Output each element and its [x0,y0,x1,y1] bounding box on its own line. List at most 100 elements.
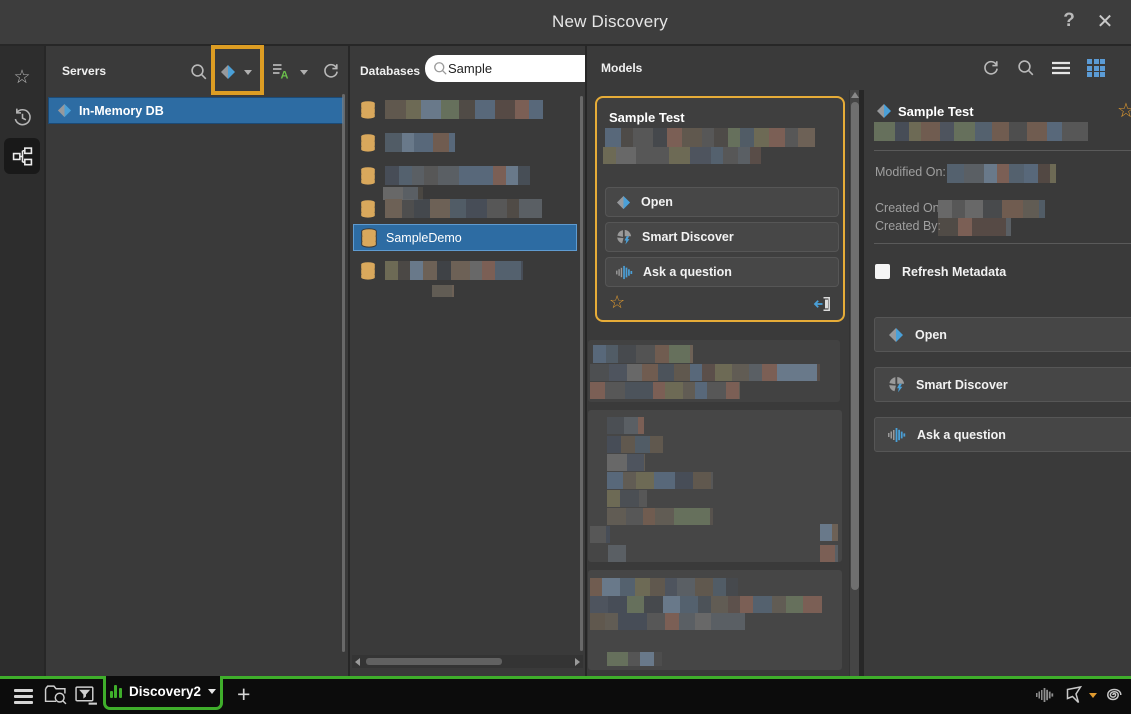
discovery-tab[interactable]: Discovery2 [103,676,223,710]
content-explorer-icon[interactable] [44,684,67,705]
close-icon[interactable]: ✕ [1092,9,1118,34]
database-search-box[interactable] [425,55,585,82]
database-row[interactable] [353,96,582,123]
models-scrollbar [849,90,859,676]
scroll-up-arrow[interactable] [851,92,859,98]
refresh-icon[interactable] [982,59,1000,77]
redacted-text [385,261,523,280]
help-icon[interactable]: ? [1058,10,1080,32]
annotation-highlight-box [211,45,264,95]
redacted-text [590,364,820,381]
database-row[interactable] [353,162,582,189]
exit-card-icon[interactable] [813,296,831,312]
redacted-value [938,200,1045,218]
models-title: Models [601,61,642,75]
database-icon [359,133,377,153]
redacted-text [607,436,663,453]
favorite-star-icon[interactable]: ☆ [609,292,625,313]
redacted-text [820,524,838,541]
model-card-sample-test[interactable]: Sample Test Open Smart Discover Ask a q [595,96,845,322]
filter-panel-icon[interactable] [75,686,98,705]
databases-scrollbar[interactable] [580,96,583,651]
model-card-title: Sample Test [609,110,685,125]
redacted-text [607,454,645,471]
servers-title: Servers [62,64,106,78]
pin-icon[interactable] [1064,685,1084,705]
scroll-left-arrow[interactable] [355,658,360,666]
sort-alpha-icon[interactable]: A [272,63,292,80]
databases-horizontal-scrollbar [352,655,583,668]
database-icon [359,166,377,186]
search-icon[interactable] [1017,59,1035,77]
new-tab-button[interactable]: + [237,684,250,704]
svg-text:A: A [281,70,289,81]
redacted-text [385,133,455,152]
database-icon [360,228,378,248]
pin-options-caret-icon[interactable] [1089,693,1097,698]
search-icon[interactable] [190,63,208,81]
left-rail: ☆ [0,46,44,676]
models-list: Sample Test Open Smart Discover Ask a q [587,90,849,676]
ask-a-question-button[interactable]: Ask a question [605,257,839,287]
smart-discover-button[interactable]: Smart Discover [874,367,1131,402]
database-name: SampleDemo [386,231,462,245]
smart-discover-button-label: Smart Discover [642,230,734,244]
open-button[interactable]: Open [605,187,839,217]
open-button[interactable]: Open [874,317,1131,352]
refresh-icon[interactable] [322,62,340,80]
redacted-text [607,490,647,507]
redacted-text [385,100,543,119]
star-icon: ☆ [13,66,30,89]
redacted-text [432,285,454,297]
model-details-panel: Sample Test ☆ Modified On: Created On: C… [864,90,1131,676]
history-tab[interactable] [4,99,40,135]
servers-scrollbar[interactable] [342,94,345,652]
created-by-label: Created By: [875,219,941,233]
new-discovery-dialog: New Discovery ? ✕ ☆ Servers [0,0,1131,714]
smart-discover-button[interactable]: Smart Discover [605,222,839,252]
redacted-text [590,596,822,613]
redacted-value [938,218,1011,236]
ask-a-question-button[interactable]: Ask a question [874,417,1131,452]
redacted-text [593,345,693,363]
spiral-icon[interactable] [1103,685,1123,705]
created-on-label: Created On: [875,201,943,215]
ask-question-icon [616,265,633,280]
menu-icon[interactable] [14,689,33,704]
redacted-text [607,652,662,666]
database-row[interactable] [353,129,582,156]
database-row[interactable] [353,257,582,284]
grid-view-icon[interactable] [1087,59,1105,77]
refresh-metadata-checkbox[interactable] [875,264,890,279]
databases-title: Databases [360,64,420,78]
smart-discover-icon [888,376,905,393]
redacted-text [874,122,1088,141]
scrollbar-thumb[interactable] [851,102,859,590]
ask-question-icon[interactable] [1036,687,1054,703]
server-type-caret-icon[interactable] [244,70,252,75]
scroll-right-arrow[interactable] [575,658,580,666]
favorite-star-icon[interactable]: ☆ [1117,98,1131,123]
list-view-icon[interactable] [1052,61,1070,75]
server-type-filter-icon[interactable] [220,64,236,80]
redacted-value [947,164,1056,183]
server-row-in-memory-db[interactable]: In-Memory DB [48,97,344,124]
redacted-text [820,545,838,562]
open-diamond-icon [888,327,904,343]
database-row-sampledemo[interactable]: SampleDemo [353,224,577,251]
redacted-text [607,417,644,434]
database-icon [359,261,377,281]
content-tree-tab[interactable] [4,138,40,174]
scrollbar-thumb[interactable] [366,658,502,665]
database-search-input[interactable] [448,61,566,76]
database-icon [359,199,377,219]
redacted-text [590,526,610,543]
databases-panel: Databases SampleDemo [350,46,585,676]
database-row[interactable] [353,195,582,222]
redacted-text [590,382,740,399]
redacted-text [385,199,542,218]
redacted-text [607,472,713,489]
redacted-text [603,147,761,164]
favorites-tab[interactable]: ☆ [4,59,40,95]
sort-caret-icon[interactable] [300,70,308,75]
